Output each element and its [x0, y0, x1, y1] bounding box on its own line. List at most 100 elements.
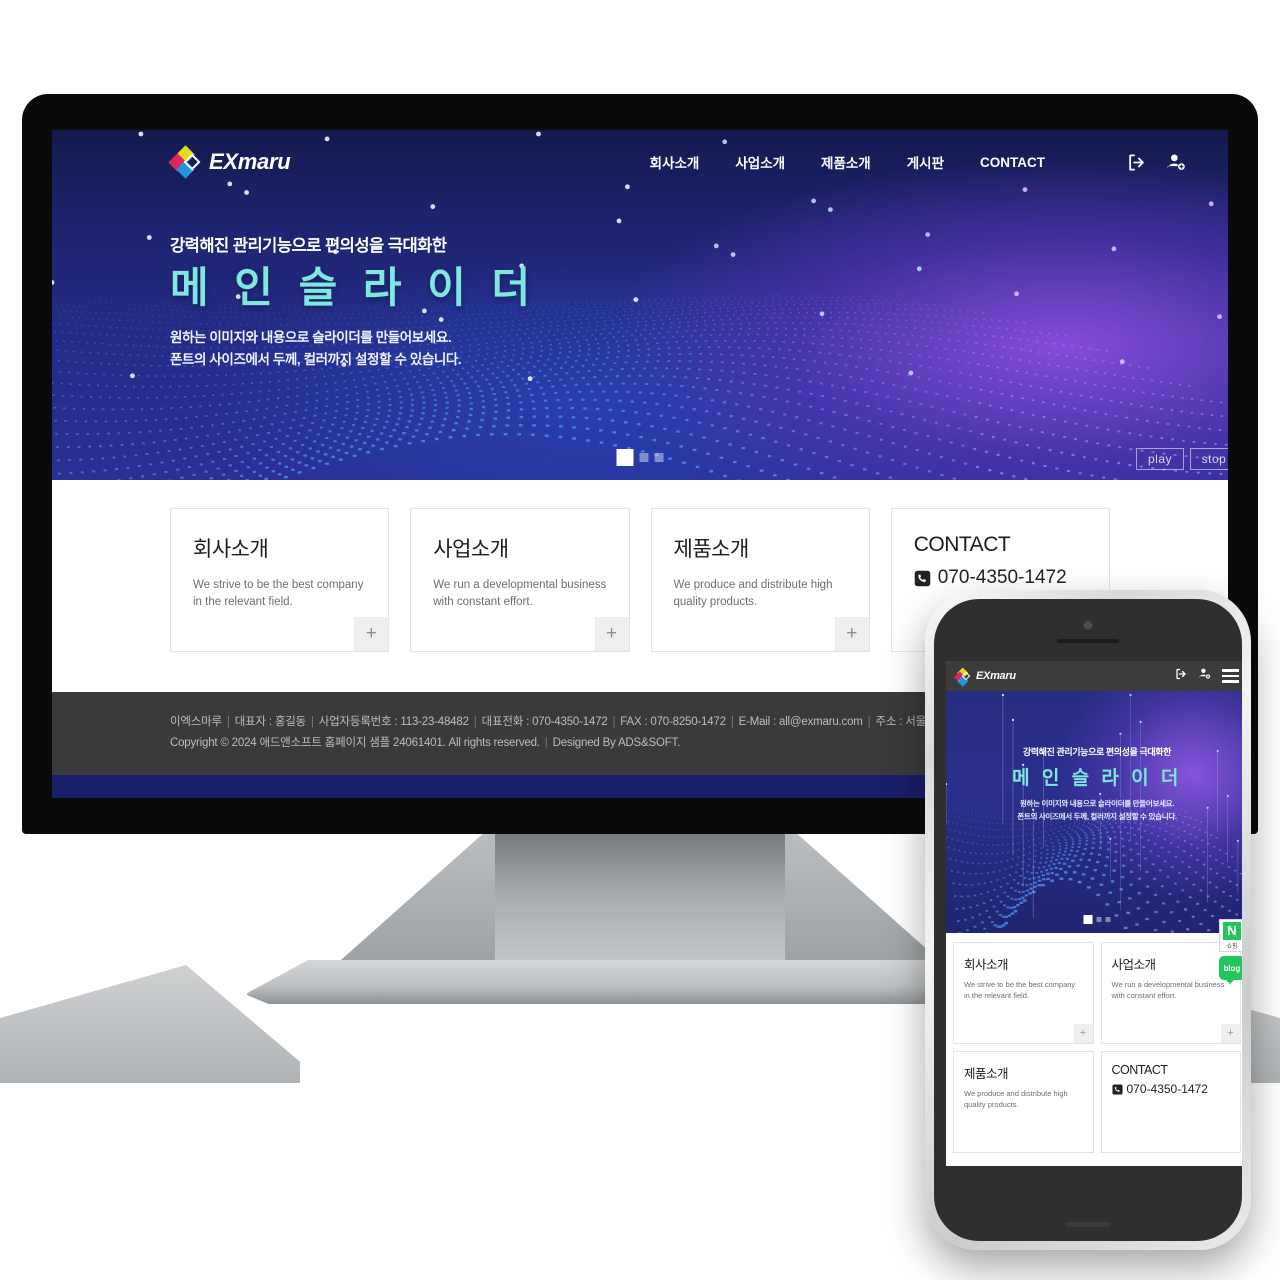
slider-playback-controls: play stop [1136, 448, 1228, 470]
nav-icon-group [1127, 152, 1186, 172]
plus-icon[interactable]: + [1221, 1024, 1240, 1043]
mobile-contact-phone-row[interactable]: 070-4350-1472 [1111, 1082, 1231, 1096]
login-icon[interactable] [1127, 153, 1146, 172]
phone-icon [1111, 1083, 1123, 1095]
mobile-floating-links: N 쇼핑 blog [1219, 919, 1242, 984]
hero-section: EXmaru 회사소개 사업소개 제품소개 게시판 CONTACT 강력해진 관… [52, 130, 1228, 480]
card-description: We produce and distribute high quality p… [673, 579, 833, 609]
logo-text: EXmaru [209, 149, 291, 174]
footer-fax: FAX : 070-8250-1472 [620, 716, 726, 728]
user-add-icon[interactable] [1166, 152, 1186, 172]
scene-root: EXmaru 회사소개 사업소개 제품소개 게시판 CONTACT 강력해진 관… [0, 0, 1280, 1280]
slider-dot-3[interactable] [654, 453, 664, 462]
footer-email: E-Mail : all@exmaru.com [738, 716, 863, 728]
monitor-stand-neck [495, 823, 785, 997]
card-company[interactable]: 회사소개 We strive to be the best company in… [170, 508, 390, 652]
card-description: We strive to be the best company in the … [964, 980, 1076, 1001]
hero-desc-line1: 원하는 이미지와 내용으로 슬라이더를 만들어보세요. [170, 330, 452, 346]
plus-icon[interactable]: + [594, 617, 629, 651]
mobile-hero-eyebrow: 강력해진 관리기능으로 편의성을 극대화한 [1022, 747, 1172, 757]
hero-copy: 강력해진 관리기능으로 편의성을 극대화한 메 인 슬 라 이 더 원하는 이미… [52, 194, 1228, 372]
nav-item-business[interactable]: 사업소개 [735, 152, 785, 172]
nav-item-contact[interactable]: CONTACT [980, 155, 1045, 170]
diamond-logo-icon [953, 666, 971, 686]
desktop-top-navigation: EXmaru 회사소개 사업소개 제품소개 게시판 CONTACT [52, 130, 1228, 194]
mobile-hero-desc-line2: 폰트의 사이즈에서 두께, 컬러까지 설정할 수 있습니다. [1017, 811, 1177, 821]
card-title: 사업소개 [433, 538, 509, 561]
mobile-hero-copy: 강력해진 관리기능으로 편의성을 극대화한 메 인 슬 라 이 더 원하는 이미… [946, 691, 1242, 824]
mobile-card-contact[interactable]: CONTACT 070-4350-1472 [1100, 1051, 1241, 1153]
footer-designed-by: Designed By ADS&SOFT. [552, 737, 681, 750]
hero-desc-line2: 폰트의 사이즈에서 두께, 컬러까지 설정할 수 있습니다. [170, 352, 462, 368]
mobile-card-grid: 회사소개 We strive to be the best company in… [946, 933, 1242, 1162]
card-title: 회사소개 [193, 538, 269, 561]
plus-icon[interactable]: + [834, 617, 869, 651]
user-add-icon[interactable] [1198, 667, 1211, 685]
card-description: We run a developmental business with con… [1111, 980, 1225, 1001]
mobile-hero-desc-line1: 원하는 이미지와 내용으로 슬라이더를 만들어보세요. [1019, 799, 1175, 808]
mobile-phone-frame: EXmaru 강력해진 관리기능으로 편의성을 극대화한 메 인 슬 라 이 더… [925, 590, 1251, 1250]
mobile-slider-dot-2[interactable] [1096, 917, 1102, 922]
card-title: 회사소개 [964, 958, 1009, 972]
mobile-hero-section: 강력해진 관리기능으로 편의성을 극대화한 메 인 슬 라 이 더 원하는 이미… [946, 691, 1242, 933]
mobile-logo-text: EXmaru [976, 670, 1016, 682]
plus-icon[interactable]: + [354, 617, 389, 651]
mobile-slider-pagination [1083, 915, 1111, 924]
mobile-card-product[interactable]: 제품소개 We produce and distribute high qual… [953, 1051, 1094, 1153]
footer-company: 이엑스마루 [170, 716, 222, 728]
footer-ceo: 대표자 : 홍길동 [234, 716, 306, 728]
earpiece-speaker [1057, 639, 1119, 643]
card-description: We run a developmental business with con… [433, 579, 607, 609]
slider-dot-1[interactable] [616, 449, 634, 466]
naver-shopping-label: 쇼핑 [1226, 944, 1238, 950]
home-indicator [1065, 1222, 1111, 1227]
slider-stop-button[interactable]: stop [1190, 448, 1228, 470]
plus-icon[interactable]: + [1073, 1024, 1093, 1043]
site-logo[interactable]: EXmaru [168, 145, 291, 179]
mobile-site-logo[interactable]: EXmaru [953, 666, 1016, 686]
footer-copyright: Copyright © 2024 애드앤소프트 홈페이지 샘플 24061401… [170, 737, 540, 750]
mobile-phone-bezel: EXmaru 강력해진 관리기능으로 편의성을 극대화한 메 인 슬 라 이 더… [934, 599, 1242, 1241]
hero-title: 메 인 슬 라 이 더 [170, 264, 538, 311]
naver-shopping-button[interactable]: N 쇼핑 [1219, 919, 1242, 952]
nav-item-product[interactable]: 제품소개 [821, 152, 871, 172]
card-title: CONTACT [913, 533, 1011, 556]
footer-tel: 대표전화 : 070-4350-1472 [481, 716, 608, 728]
mobile-slider-dot-3[interactable] [1105, 917, 1111, 922]
mobile-hero-title: 메 인 슬 라 이 더 [1012, 768, 1182, 789]
card-product[interactable]: 제품소개 We produce and distribute high qual… [650, 508, 870, 652]
front-camera-icon [1083, 621, 1093, 630]
hamburger-menu-icon[interactable] [1222, 669, 1239, 683]
card-title: 사업소개 [1111, 958, 1157, 972]
mobile-contact-phone-number: 070-4350-1472 [1126, 1082, 1208, 1096]
mobile-screen: EXmaru 강력해진 관리기능으로 편의성을 극대화한 메 인 슬 라 이 더… [946, 661, 1242, 1166]
nav-item-company[interactable]: 회사소개 [650, 152, 700, 172]
login-icon[interactable] [1175, 667, 1187, 685]
monitor-stand-left-wing [315, 823, 495, 983]
blog-label: blog [1223, 963, 1241, 973]
mobile-header: EXmaru [946, 661, 1242, 691]
slider-play-button[interactable]: play [1136, 448, 1184, 470]
card-business[interactable]: 사업소개 We run a developmental business wit… [410, 508, 630, 652]
mobile-slider-dot-1[interactable] [1083, 915, 1093, 924]
slider-pagination [616, 449, 664, 466]
footer-biznum: 사업자등록번호 : 113-23-48482 [318, 716, 469, 728]
slider-dot-2[interactable] [639, 453, 649, 462]
nav-item-board[interactable]: 게시판 [907, 152, 944, 172]
blog-button[interactable]: blog [1219, 956, 1242, 984]
contact-phone-number: 070-4350-1472 [937, 567, 1067, 588]
phone-icon [914, 570, 931, 586]
card-description: We produce and distribute high quality p… [964, 1089, 1068, 1110]
card-title: CONTACT [1111, 1063, 1168, 1077]
monitor-stand-base [245, 960, 1035, 1004]
contact-phone-row[interactable]: 070-4350-1472 [914, 567, 1087, 589]
naver-n-icon: N [1223, 922, 1241, 940]
card-title: 제품소개 [964, 1067, 1009, 1081]
hero-eyebrow: 강력해진 관리기능으로 편의성을 극대화한 [170, 237, 447, 255]
desk-left-wedge [0, 965, 300, 1083]
card-title: 제품소개 [673, 538, 750, 561]
mobile-card-company[interactable]: 회사소개 We strive to be the best company in… [953, 942, 1094, 1044]
nav-links: 회사소개 사업소개 제품소개 게시판 CONTACT [650, 152, 1186, 172]
mobile-header-icons [1175, 667, 1239, 685]
card-description: We strive to be the best company in the … [193, 579, 364, 609]
